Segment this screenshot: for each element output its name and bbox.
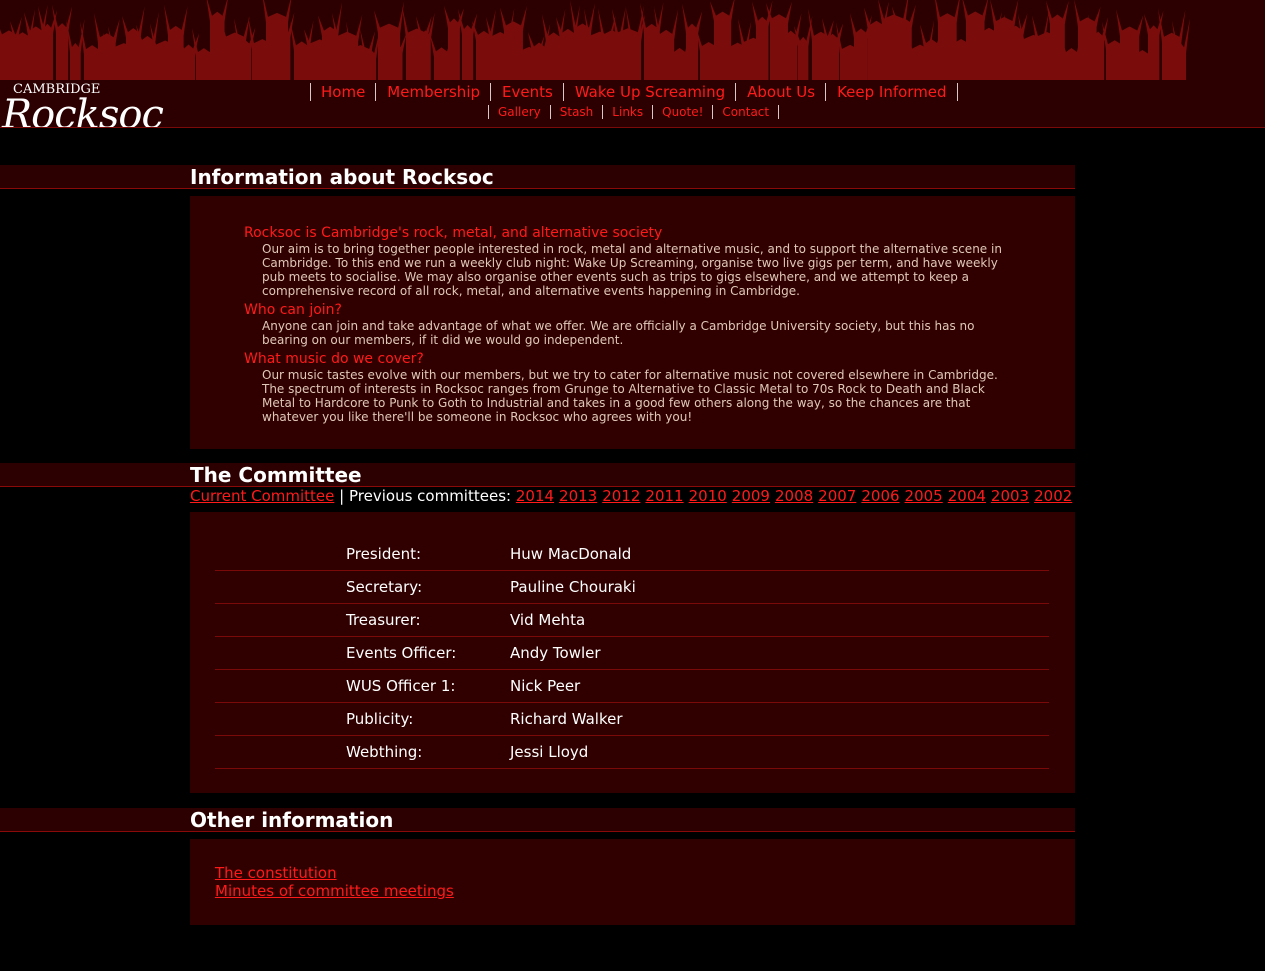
committee-member-name: Andy Towler [510, 644, 601, 662]
year-link-2006[interactable]: 2006 [861, 487, 899, 505]
committee-panel: President: Huw MacDonald Secretary: Pauline… [190, 512, 1075, 793]
logo-rocksoc-text: Rocksoc [2, 92, 164, 128]
committee-member-name: Huw MacDonald [510, 545, 632, 563]
year-link-2005[interactable]: 2005 [905, 487, 943, 505]
nav-quote[interactable]: Quote! [653, 105, 714, 119]
committee-role: Publicity: [346, 710, 414, 728]
committee-row: Secretary: Pauline Chouraki [215, 570, 1049, 604]
year-link-2007[interactable]: 2007 [818, 487, 856, 505]
year-link-2014[interactable]: 2014 [516, 487, 554, 505]
info-answer-1: Our aim is to bring together people inte… [262, 242, 1002, 298]
main-navigation: Home Membership Events Wake Up Screaming… [310, 83, 958, 101]
nav-stash[interactable]: Stash [551, 105, 604, 119]
other-links-list: The constitution Minutes of committee me… [215, 864, 454, 900]
year-links: 2014 2013 2012 2011 2010 2009 2008 2007 2006 2005… [516, 487, 1077, 505]
committee-section-header: The Committee [0, 463, 1075, 487]
committee-member-name: Richard Walker [510, 710, 623, 728]
year-link-2011[interactable]: 2011 [645, 487, 683, 505]
year-link-2010[interactable]: 2010 [689, 487, 727, 505]
committee-row: President: Huw MacDonald [215, 537, 1049, 571]
nav-home[interactable]: Home [311, 83, 377, 101]
year-link-2004[interactable]: 2004 [948, 487, 986, 505]
committee-minutes-link[interactable]: Minutes of committee meetings [215, 882, 454, 900]
crowd-banner-graphic [0, 0, 1191, 81]
nav-wake-up-screaming[interactable]: Wake Up Screaming [565, 83, 737, 101]
info-section-title: Information about Rocksoc [190, 165, 494, 189]
nav-keep-informed[interactable]: Keep Informed [827, 83, 958, 101]
committee-row: Webthing: Jessi Lloyd [215, 735, 1049, 769]
year-separator: | [339, 487, 345, 505]
nav-links[interactable]: Links [603, 105, 654, 119]
committee-row: Events Officer: Andy Towler [215, 636, 1049, 670]
nav-membership[interactable]: Membership [377, 83, 492, 101]
committee-year-selector: Current Committee | Previous committees:… [190, 487, 1077, 505]
info-question-3: What music do we cover? [244, 351, 424, 367]
info-panel: Rocksoc is Cambridge's rock, metal, and … [190, 196, 1075, 449]
sub-navigation: Gallery Stash Links Quote! Contact [488, 105, 780, 119]
committee-role: WUS Officer 1: [346, 677, 456, 695]
other-panel: The constitution Minutes of committee me… [190, 839, 1075, 925]
other-section-title: Other information [190, 808, 394, 832]
year-link-2008[interactable]: 2008 [775, 487, 813, 505]
current-committee-link[interactable]: Current Committee [190, 487, 334, 505]
committee-member-name: Nick Peer [510, 677, 581, 695]
year-link-2003[interactable]: 2003 [991, 487, 1029, 505]
other-section-header: Other information [0, 808, 1075, 832]
info-question-1: Rocksoc is Cambridge's rock, metal, and … [244, 225, 663, 241]
info-question-2: Who can join? [244, 302, 342, 318]
info-answer-3: Our music tastes evolve with our members… [262, 368, 998, 424]
committee-role: Secretary: [346, 578, 423, 596]
nav-contact[interactable]: Contact [713, 105, 780, 119]
committee-member-name: Vid Mehta [510, 611, 586, 629]
nav-about-us[interactable]: About Us [737, 83, 827, 101]
year-link-2012[interactable]: 2012 [602, 487, 640, 505]
year-link-2002[interactable]: 2002 [1034, 487, 1072, 505]
site-header: CAMBRIDGE Rocksoc Home Membership Events… [0, 0, 1265, 128]
nav-events[interactable]: Events [492, 83, 564, 101]
committee-role: Events Officer: [346, 644, 457, 662]
committee-section-title: The Committee [190, 463, 362, 487]
committee-role: Webthing: [346, 743, 423, 761]
info-section-header: Information about Rocksoc [0, 165, 1075, 189]
site-logo[interactable]: CAMBRIDGE Rocksoc [0, 80, 164, 128]
committee-row: WUS Officer 1: Nick Peer [215, 669, 1049, 703]
year-link-2013[interactable]: 2013 [559, 487, 597, 505]
info-answer-2: Anyone can join and take advantage of wh… [262, 319, 975, 347]
constitution-link[interactable]: The constitution [215, 864, 454, 882]
committee-member-name: Jessi Lloyd [510, 743, 589, 761]
committee-row: Publicity: Richard Walker [215, 702, 1049, 736]
committee-row: Treasurer: Vid Mehta [215, 603, 1049, 637]
committee-member-name: Pauline Chouraki [510, 578, 636, 596]
nav-gallery[interactable]: Gallery [489, 105, 551, 119]
committee-role: Treasurer: [346, 611, 421, 629]
year-link-2009[interactable]: 2009 [732, 487, 770, 505]
committee-role: President: [346, 545, 422, 563]
previous-committees-label: Previous committees: [349, 487, 512, 505]
